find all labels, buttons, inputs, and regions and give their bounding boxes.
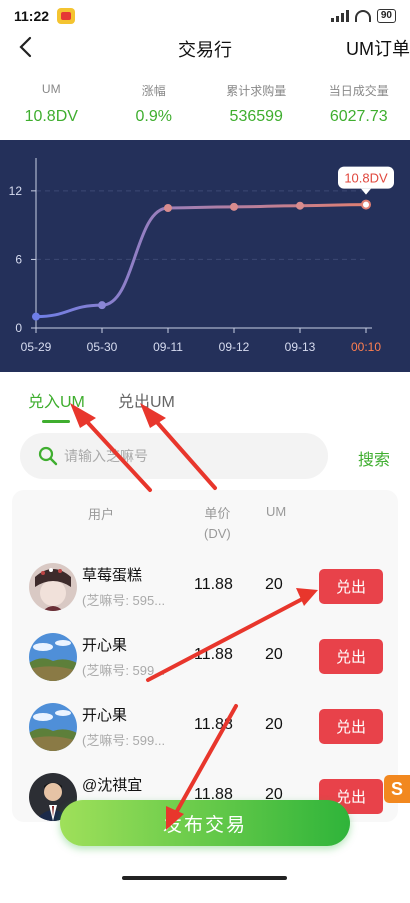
header-price: 单价 (DV) [204, 504, 231, 544]
user-name: 草莓蛋糕 [82, 567, 143, 584]
chart-x-tick-label: 00:10 [351, 340, 381, 354]
um-amount: 20 [265, 576, 283, 593]
chart-point [98, 301, 106, 310]
chart-point [32, 312, 40, 321]
order-list: 用户 单价 (DV) UM 草莓蛋糕 (芝嘛号: 595... 11.88 20… [12, 490, 398, 822]
chart-x-tick-label: 05-30 [87, 340, 118, 354]
user-name: 开心果 [82, 637, 128, 654]
chart-point [361, 199, 371, 210]
stat-value: 536599 [229, 108, 283, 125]
tab-buy-um[interactable]: 兑入UM [28, 388, 85, 412]
stat-label: 累计求购量 [226, 84, 287, 98]
um-amount: 20 [265, 716, 283, 733]
list-item: 开心果 (芝嘛号: 599... 11.88 20 兑出 [12, 698, 398, 758]
chart-point [296, 201, 304, 210]
header-user: 用户 [88, 507, 115, 522]
tab-sell-um[interactable]: 兑出UM [118, 388, 175, 412]
avatar [29, 633, 77, 681]
chart-y-tick-label: 0 [15, 321, 22, 335]
chart-tooltip-label: 10.8DV [344, 171, 388, 186]
publish-trade-button[interactable]: 发布交易 [60, 800, 350, 846]
floating-input-method-icon[interactable]: S [384, 775, 410, 803]
price-chart-svg: 0 6 12 05-29 05-30 09-11 09-12 09-13 00:10 10.8D… [9, 158, 394, 354]
avatar [29, 563, 77, 611]
sell-button[interactable]: 兑出 [319, 639, 383, 674]
search-icon [38, 446, 58, 466]
header-price-label: 单价 [204, 506, 231, 521]
home-indicator [122, 876, 287, 880]
um-orders-link[interactable]: UM订单 [346, 35, 410, 61]
list-item: 草莓蛋糕 (芝嘛号: 595... 11.88 20 兑出 [12, 558, 398, 618]
chart-series-line [35, 203, 367, 319]
list-item: 开心果 (芝嘛号: 599... 11.88 20 兑出 [12, 628, 398, 688]
stat-value: 6027.73 [329, 108, 388, 125]
chart-y-tick-label: 12 [9, 184, 23, 198]
user-name: 开心果 [82, 707, 128, 724]
active-tab-indicator [42, 420, 70, 423]
stat-label: 涨幅 [141, 84, 166, 98]
app-notification-icon [57, 8, 76, 24]
signal-icon [330, 10, 349, 22]
unit-price: 11.88 [194, 716, 233, 733]
um-amount: 20 [265, 646, 283, 663]
chart-x-tick-label: 09-11 [153, 340, 183, 354]
stat-change: 涨幅 0.9% [103, 82, 206, 126]
stat-label: UM [41, 82, 61, 96]
chart-y-tick-label: 6 [15, 252, 22, 266]
search-input[interactable] [64, 448, 304, 464]
trade-tabs: 兑入UM 兑出UM [0, 388, 410, 428]
search-button[interactable]: 搜索 [358, 446, 390, 470]
sell-button[interactable]: 兑出 [319, 569, 383, 604]
header-price-unit: (DV) [204, 526, 231, 541]
price-chart[interactable]: 0 6 12 05-29 05-30 09-11 09-12 09-13 00:10 10.8D… [0, 140, 410, 372]
market-stats: UM 10.8DV 涨幅 0.9% 累计求购量 536599 当日成交量 602… [0, 82, 410, 126]
top-bar: 交易行 UM订单 [0, 32, 410, 62]
stat-value: 0.9% [135, 108, 172, 125]
status-bar: 11:22 90 [0, 0, 410, 32]
stat-value: 10.8DV [24, 108, 78, 125]
battery-icon: 90 [376, 9, 396, 23]
avatar [29, 703, 77, 751]
sell-button[interactable]: 兑出 [319, 709, 383, 744]
user-id: (芝嘛号: 599... [82, 663, 166, 678]
wifi-icon [354, 10, 371, 22]
unit-price: 11.88 [194, 646, 233, 663]
stat-label: 当日成交量 [328, 84, 389, 98]
user-name: @沈祺宜 [82, 777, 143, 794]
user-id: (芝嘛号: 599... [82, 733, 166, 748]
stat-daily-volume: 当日成交量 6027.73 [308, 82, 410, 126]
chart-x-tick-label: 09-13 [285, 340, 316, 354]
unit-price: 11.88 [194, 576, 233, 593]
chart-tooltip-pointer [361, 188, 371, 195]
stat-um: UM 10.8DV [0, 82, 103, 126]
stat-total-demand: 累计求购量 536599 [205, 82, 308, 126]
header-um: UM [266, 504, 287, 519]
chart-x-tick-label: 09-12 [219, 340, 250, 354]
user-id: (芝嘛号: 595... [82, 593, 166, 608]
chart-point [230, 202, 238, 211]
chart-x-tick-label: 05-29 [21, 340, 52, 354]
search-box[interactable] [20, 433, 328, 479]
status-time: 11:22 [14, 8, 50, 24]
chart-point [164, 204, 172, 212]
